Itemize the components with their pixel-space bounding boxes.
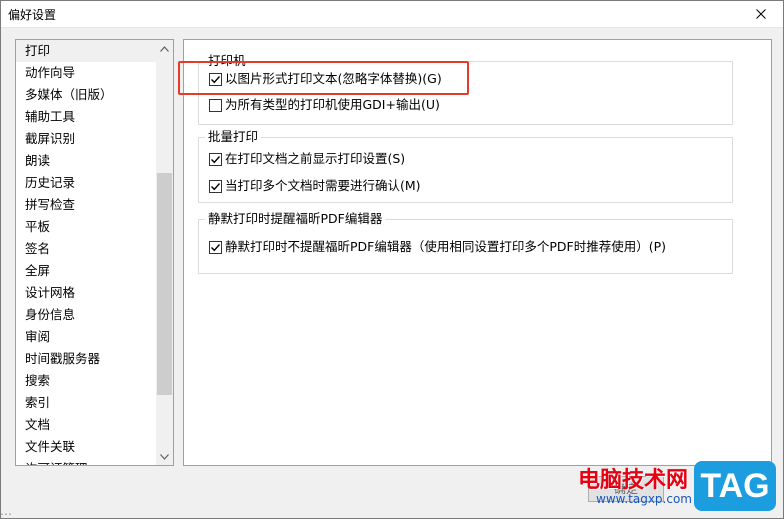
scroll-up-button[interactable] (156, 40, 173, 57)
silent-no-remind-checkbox[interactable] (209, 240, 222, 254)
watermark-url: www.tagxp.com (596, 492, 692, 506)
category-item[interactable]: 搜索 (16, 370, 156, 392)
checkmark-icon (211, 243, 221, 251)
chevron-up-icon (160, 45, 169, 52)
batch-print-group-title: 批量打印 (205, 129, 262, 145)
show-settings-label: 在打印文档之前显示打印设置(S) (225, 151, 406, 166)
checkmark-icon (211, 182, 221, 190)
show-settings-option[interactable]: 在打印文档之前显示打印设置(S) (209, 151, 405, 167)
silent-no-remind-option[interactable]: 静默打印时不提醒福昕PDF编辑器（使用相同设置打印多个PDF时推荐使用）(P) (209, 239, 666, 255)
tag-logo: TAG (694, 461, 776, 511)
title-bar: 偏好设置 (0, 0, 784, 28)
category-scrollbar[interactable] (156, 40, 173, 465)
checkmark-icon (211, 155, 221, 163)
category-item[interactable]: 平板 (16, 216, 156, 238)
confirm-multiple-checkbox[interactable] (209, 179, 222, 193)
category-item[interactable]: 索引 (16, 392, 156, 414)
chevron-down-icon (160, 453, 169, 460)
category-item[interactable]: 截屏识别 (16, 128, 156, 150)
category-item[interactable]: 辅助工具 (16, 106, 156, 128)
silent-print-group: 静默打印时提醒福昕PDF编辑器 静默打印时不提醒福昕PDF编辑器（使用相同设置打… (198, 211, 733, 274)
batch-print-group: 批量打印 在打印文档之前显示打印设置(S) 当打印多个文档时需要进行确认(M) (198, 129, 733, 203)
category-item[interactable]: 多媒体（旧版） (16, 84, 156, 106)
category-item[interactable]: 拼写检查 (16, 194, 156, 216)
settings-panel: 打印机 以图片形式打印文本(忽略字体替换)(G) 为所有类型的打印机使用GDI+… (183, 39, 772, 466)
window-title: 偏好设置 (8, 8, 57, 22)
scroll-thumb[interactable] (157, 173, 172, 395)
category-item[interactable]: 签名 (16, 238, 156, 260)
confirm-multiple-option[interactable]: 当打印多个文档时需要进行确认(M) (209, 178, 421, 194)
background-text: … (0, 504, 12, 518)
silent-no-remind-label: 静默打印时不提醒福昕PDF编辑器（使用相同设置打印多个PDF时推荐使用）(P) (225, 239, 666, 254)
category-item[interactable]: 历史记录 (16, 172, 156, 194)
category-item[interactable]: 动作向导 (16, 62, 156, 84)
close-icon (756, 8, 766, 19)
gdi-output-label: 为所有类型的打印机使用GDI+输出(U) (225, 97, 440, 112)
scroll-down-button[interactable] (156, 448, 173, 465)
category-list[interactable]: 打印 动作向导 多媒体（旧版） 辅助工具 截屏识别 朗读 历史记录 拼写检查 平板 签名 全屏 设计网… (15, 39, 174, 466)
gdi-output-option[interactable]: 为所有类型的打印机使用GDI+输出(U) (209, 97, 440, 113)
category-item[interactable]: 打印 (16, 40, 156, 62)
category-item[interactable]: 身份信息 (16, 304, 156, 326)
category-item[interactable]: 审阅 (16, 326, 156, 348)
site-watermark: 电脑技术网 www.tagxp.com (578, 462, 698, 510)
category-item[interactable]: 朗读 (16, 150, 156, 172)
show-settings-checkbox[interactable] (209, 152, 222, 166)
silent-print-group-title: 静默打印时提醒福昕PDF编辑器 (205, 211, 386, 227)
category-items: 打印 动作向导 多媒体（旧版） 辅助工具 截屏识别 朗读 历史记录 拼写检查 平板 签名 全屏 设计网… (16, 40, 156, 465)
category-item[interactable]: 全屏 (16, 260, 156, 282)
category-item[interactable]: 文件关联 (16, 436, 156, 458)
category-item[interactable]: 时间戳服务器 (16, 348, 156, 370)
category-item[interactable]: 许可证管理 (16, 458, 156, 465)
confirm-multiple-label: 当打印多个文档时需要进行确认(M) (225, 178, 421, 193)
annotation-highlight-box (178, 61, 469, 95)
gdi-output-checkbox[interactable] (209, 98, 222, 112)
category-item[interactable]: 文档 (16, 414, 156, 436)
close-button[interactable] (738, 0, 784, 27)
watermark-title: 电脑技术网 (578, 468, 689, 493)
category-item[interactable]: 设计网格 (16, 282, 156, 304)
